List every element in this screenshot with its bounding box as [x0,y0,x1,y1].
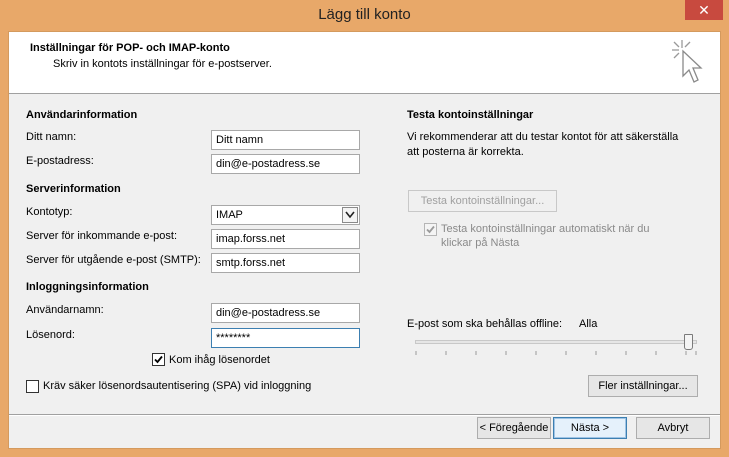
next-button[interactable]: Nästa > [553,417,627,439]
auto-test-label-line2: klickar på Nästa [441,237,520,249]
checkmark-icon [426,225,435,234]
user-info-heading: Användarinformation [26,109,138,121]
name-field[interactable]: Ditt namn [211,130,360,150]
add-account-dialog: Lägg till konto ✕ Inställningar för POP-… [0,0,729,457]
username-field[interactable]: din@e-postadress.se [211,303,360,323]
incoming-server-field[interactable]: imap.forss.net [211,229,360,249]
spa-checkbox[interactable] [26,380,39,393]
offline-slider-thumb[interactable] [684,334,693,350]
password-label: Lösenord: [26,329,75,341]
offline-slider-ticks [415,351,697,355]
test-description-line2: att posterna är korrekta. [407,146,524,158]
test-heading: Testa kontoinställningar [407,109,534,121]
cursor-sparkle-icon [672,40,703,83]
auto-test-label-line1[interactable]: Testa kontoinställningar automatiskt när… [441,223,650,235]
window-title: Lägg till konto [318,6,411,23]
account-type-label: Kontotyp: [26,206,73,218]
spa-label[interactable]: Kräv säker lösenordsautentisering (SPA) … [43,380,311,392]
password-field[interactable]: ******** [211,328,360,348]
account-type-select[interactable]: IMAP [211,205,360,225]
close-button[interactable]: ✕ [685,0,723,20]
cancel-button[interactable]: Avbryt [636,417,710,439]
email-label: E-postadress: [26,155,94,167]
dialog-header: Inställningar för POP- och IMAP-konto Sk… [9,32,720,94]
remember-password-label[interactable]: Kom ihåg lösenordet [169,354,270,366]
test-description-line1: Vi rekommenderar att du testar kontot fö… [407,131,679,143]
outgoing-server-label: Server för utgående e-post (SMTP): [26,254,201,266]
back-button[interactable]: < Föregående [477,417,551,439]
login-info-heading: Inloggningsinformation [26,281,149,293]
account-type-value: IMAP [216,209,243,221]
offline-slider-track[interactable] [415,340,697,344]
dialog-body: Inställningar för POP- och IMAP-konto Sk… [8,31,721,449]
page-subtitle: Skriv in kontots inställningar för e-pos… [53,58,272,70]
offline-mail-value: Alla [579,318,598,330]
incoming-server-label: Server för inkommande e-post: [26,230,178,242]
test-account-button[interactable]: Testa kontoinställningar... [408,190,557,212]
footer-divider [9,414,720,416]
title-bar: Lägg till konto ✕ [0,0,729,30]
server-info-heading: Serverinformation [26,183,121,195]
outgoing-server-field[interactable]: smtp.forss.net [211,253,360,273]
auto-test-checkbox[interactable] [424,223,437,236]
checkmark-icon [154,355,163,364]
email-field[interactable]: din@e-postadress.se [211,154,360,174]
chevron-down-icon[interactable] [342,207,358,223]
more-settings-button[interactable]: Fler inställningar... [588,375,698,397]
page-title: Inställningar för POP- och IMAP-konto [30,42,230,54]
name-label: Ditt namn: [26,131,77,143]
username-label: Användarnamn: [26,304,104,316]
remember-password-checkbox[interactable] [152,353,165,366]
offline-mail-label: E-post som ska behållas offline: [407,318,563,330]
